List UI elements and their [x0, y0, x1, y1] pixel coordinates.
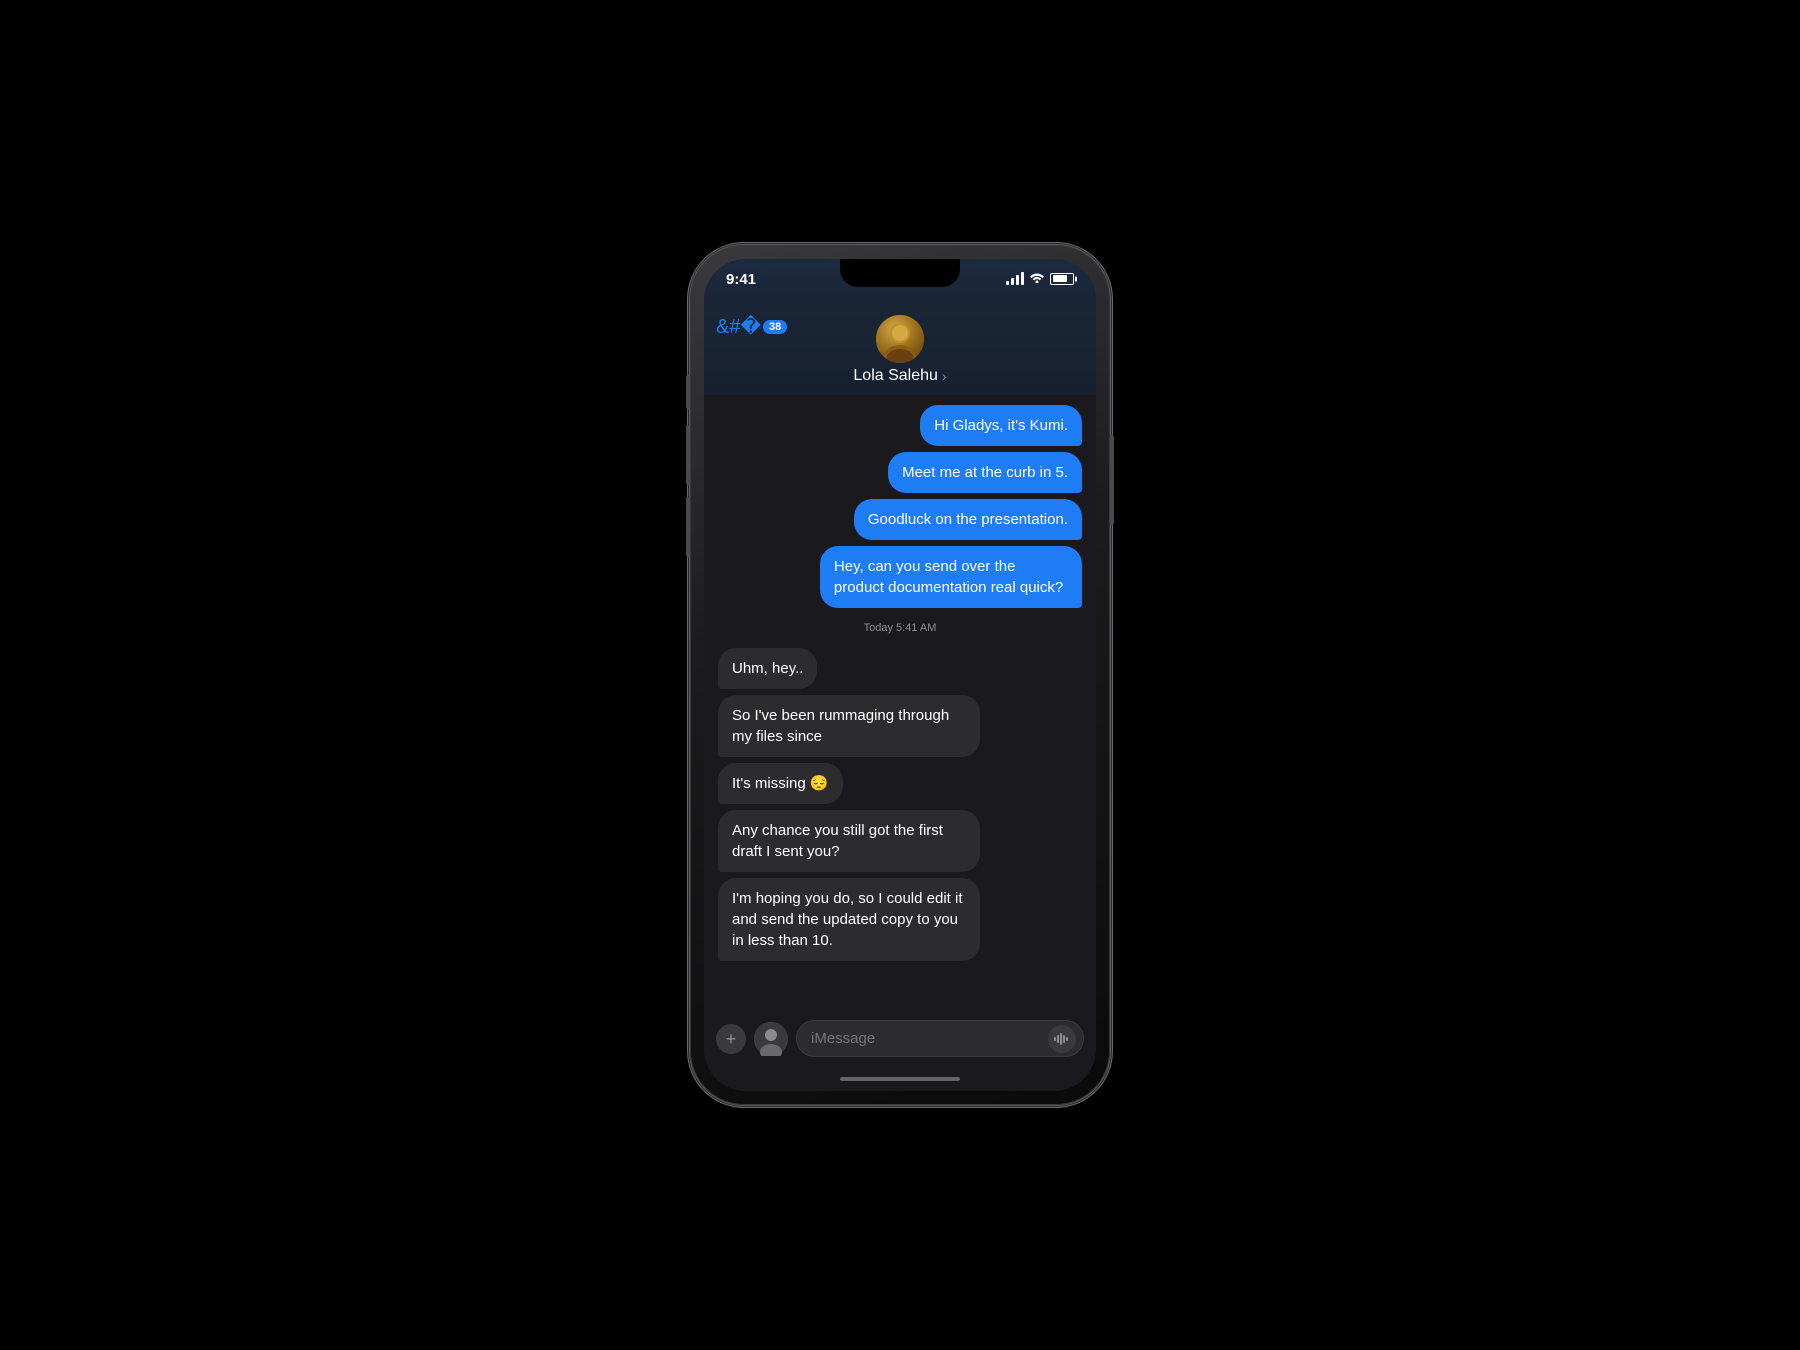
status-bar: 9:41	[704, 259, 1096, 309]
home-indicator	[704, 1067, 1096, 1091]
status-time: 9:41	[726, 271, 756, 288]
home-bar	[840, 1077, 960, 1081]
message-text: Any chance you still got the first draft…	[732, 822, 943, 860]
back-button[interactable]: &#� 38	[716, 317, 787, 337]
power-button[interactable]	[1110, 435, 1114, 525]
message-input[interactable]	[796, 1020, 1084, 1057]
message-text: It's missing 😔	[732, 775, 829, 792]
contact-avatar[interactable]	[876, 315, 924, 363]
notch	[840, 259, 960, 287]
message-row: Hi Gladys, it's Kumi.	[718, 405, 1082, 446]
sent-bubble: Meet me at the curb in 5.	[888, 452, 1082, 493]
received-bubble: So I've been rummaging through my files …	[718, 695, 980, 757]
message-text: Hi Gladys, it's Kumi.	[934, 417, 1068, 434]
sent-bubble: Hey, can you send over the product docum…	[820, 546, 1082, 608]
received-bubble: It's missing 😔	[718, 763, 843, 804]
mute-button[interactable]	[686, 375, 690, 409]
volume-down-button[interactable]	[686, 497, 690, 557]
message-text: Hey, can you send over the product docum…	[834, 558, 1063, 596]
message-timestamp: Today 5:41 AM	[718, 622, 1082, 634]
wifi-icon	[1029, 271, 1045, 286]
message-text: Uhm, hey..	[732, 660, 803, 677]
sender-avatar	[754, 1022, 788, 1056]
message-row: Hey, can you send over the product docum…	[718, 546, 1082, 608]
audio-button[interactable]	[1048, 1025, 1076, 1053]
sent-bubble: Hi Gladys, it's Kumi.	[920, 405, 1082, 446]
message-input-wrap	[796, 1020, 1084, 1057]
message-row: Uhm, hey..	[718, 648, 1082, 689]
add-attachment-wrap: +	[716, 1024, 746, 1054]
back-chevron-icon: &#�	[716, 317, 761, 337]
message-row: I'm hoping you do, so I could edit it an…	[718, 878, 1082, 961]
message-row: Any chance you still got the first draft…	[718, 810, 1082, 872]
contact-chevron-icon: ›	[942, 368, 947, 384]
message-row: Meet me at the curb in 5.	[718, 452, 1082, 493]
back-badge: 38	[763, 320, 787, 334]
message-text: Goodluck on the presentation.	[868, 511, 1068, 528]
avatar-image	[876, 315, 924, 363]
input-bar: +	[704, 1012, 1096, 1067]
messages-area[interactable]: Hi Gladys, it's Kumi. Meet me at the cur…	[704, 395, 1096, 1012]
message-row: It's missing 😔	[718, 763, 1082, 804]
sender-avatar-wrap	[754, 1022, 788, 1056]
message-text: So I've been rummaging through my files …	[732, 707, 949, 745]
volume-up-button[interactable]	[686, 425, 690, 485]
status-icons	[1006, 271, 1074, 286]
received-bubble: I'm hoping you do, so I could edit it an…	[718, 878, 980, 961]
contact-name-row[interactable]: Lola Salehu ›	[853, 367, 946, 385]
chat-header: &#� 38 Lola Salehu ›	[704, 309, 1096, 395]
waveform-icon	[1054, 1032, 1070, 1046]
message-row: Goodluck on the presentation.	[718, 499, 1082, 540]
signal-icon	[1006, 272, 1024, 285]
message-row: So I've been rummaging through my files …	[718, 695, 1082, 757]
phone-screen: 9:41 &#�	[704, 259, 1096, 1091]
battery-icon	[1050, 273, 1074, 285]
sent-bubble: Goodluck on the presentation.	[854, 499, 1082, 540]
message-text: Meet me at the curb in 5.	[902, 464, 1068, 481]
received-bubble: Uhm, hey..	[718, 648, 817, 689]
phone-frame: 9:41 &#�	[690, 245, 1110, 1105]
add-attachment-button[interactable]: +	[716, 1024, 746, 1054]
message-text: I'm hoping you do, so I could edit it an…	[732, 890, 963, 949]
contact-name-text: Lola Salehu	[853, 367, 938, 385]
received-bubble: Any chance you still got the first draft…	[718, 810, 980, 872]
